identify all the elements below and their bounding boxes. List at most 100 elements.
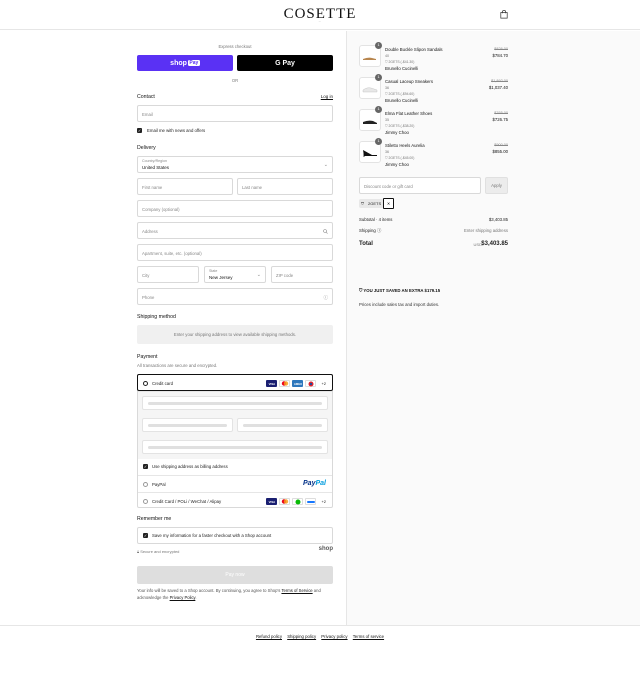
cart-item: 1 Stiletto Heels Aurelia 36 ⛉ 2GETS (-$4… [359, 138, 508, 169]
savings-note: ⛉ YOU JUST SAVED AN EXTRA $179.15 [359, 288, 440, 293]
item-size: 40 [385, 54, 389, 58]
name-on-card-field[interactable] [142, 440, 328, 454]
alipay-icon [305, 498, 317, 505]
card-number-field[interactable] [142, 396, 328, 410]
email-placeholder: Email [142, 112, 153, 117]
remember-me-box: ✓ Save my information for a faster check… [137, 527, 333, 544]
express-checkout-label: Express checkout [218, 44, 252, 49]
save-info-label: Save my information for a faster checkou… [152, 533, 272, 538]
tag-icon: ⛉ [359, 288, 363, 293]
first-name-field[interactable]: First name [137, 178, 233, 195]
expiry-field[interactable] [142, 418, 233, 432]
alt-payment-radio[interactable] [143, 499, 148, 504]
item-size: 36 [385, 150, 389, 154]
loading-bar [148, 402, 322, 405]
discount-code-input[interactable]: Discount code or gift card [359, 177, 481, 194]
company-field[interactable]: Company (optional) [137, 200, 333, 217]
item-brand: Brunello Cucinelli [385, 66, 419, 71]
applied-code-tag: ⛉ 2GETS [359, 199, 385, 208]
privacy-policy-link[interactable]: Privacy policy [321, 634, 347, 639]
state-select[interactable]: State New Jersey ⌄ [204, 266, 266, 283]
address-field[interactable]: Address [137, 222, 333, 239]
shipping-method-title: Shipping method [137, 314, 176, 320]
payment-option-alt[interactable]: Credit Card / POLi / WeChat / Alipay VIS… [138, 492, 332, 509]
save-info-checkbox[interactable]: ✓ [143, 533, 148, 538]
city-field[interactable]: City [137, 266, 199, 283]
payment-subtitle: All transactions are secure and encrypte… [137, 363, 218, 368]
mastercard-icon [279, 380, 291, 387]
news-checkbox[interactable]: ✓ [137, 128, 142, 133]
quantity-badge: 1 [375, 74, 382, 81]
item-size: 36 [385, 86, 389, 90]
paypal-radio[interactable] [143, 482, 148, 487]
google-pay-button[interactable]: G Pay [237, 55, 333, 71]
item-price: $1,037.40 [488, 85, 508, 90]
login-link[interactable]: Log in [321, 94, 333, 99]
item-discount: ⛉ 2GETS (-$45.00) [385, 156, 414, 160]
payment-methods: Credit card VISA AMEX +2 ✓ Use shipping … [137, 374, 333, 508]
applied-code-text: 2GETS [368, 201, 382, 206]
shop-pay-badge: Pay [187, 60, 200, 66]
lock-icon: 🔒︎ [137, 549, 140, 554]
refund-policy-link[interactable]: Refund policy [256, 634, 282, 639]
remember-me-title: Remember me [137, 516, 172, 522]
state-value: New Jersey [209, 275, 233, 280]
zip-field[interactable]: ZIP code [271, 266, 333, 283]
cvv-field[interactable] [237, 418, 328, 432]
item-price: $855.00 [492, 149, 508, 154]
item-name: Elma Flat Leather Shoes [385, 111, 433, 116]
city-placeholder: City [142, 273, 150, 278]
apartment-placeholder: Apartment, suite, etc. (optional) [142, 251, 202, 256]
alt-payment-brands: VISA +2 [266, 498, 326, 505]
country-value: United States [142, 165, 170, 170]
total-value: $3,403.85 [481, 241, 508, 247]
chevron-down-icon: ⌄ [256, 272, 261, 278]
billing-same-checkbox[interactable]: ✓ [143, 464, 148, 469]
item-price: $784.70 [492, 53, 508, 58]
alt-payment-label: Credit Card / POLi / WeChat / Alipay [152, 499, 222, 504]
shipping-label-wrap: Shipping ⓘ [359, 228, 381, 234]
discover-icon [305, 380, 317, 387]
subtotal-label: Subtotal · 4 items [359, 217, 393, 222]
credit-card-radio[interactable] [143, 381, 148, 386]
cart-item: 1 Double Buckle Slipon Sandals 40 ⛉ 2GET… [359, 42, 508, 73]
apartment-field[interactable]: Apartment, suite, etc. (optional) [137, 244, 333, 261]
address-placeholder: Address [142, 229, 158, 234]
amex-icon: AMEX [292, 380, 304, 387]
payment-option-credit-card[interactable]: Credit card VISA AMEX +2 [137, 374, 333, 391]
terms-of-service-link[interactable]: Terms of service [353, 634, 384, 639]
phone-field[interactable]: Phone ⓘ [137, 288, 333, 305]
card-fields-loading [138, 391, 332, 459]
shop-pay-button[interactable]: shop Pay [137, 55, 233, 71]
legal-text: Your info will be saved to a Shop accoun… [137, 588, 333, 601]
shipping-policy-link[interactable]: Shipping policy [287, 634, 316, 639]
tag-icon: ⛉ [385, 124, 388, 128]
shipping-value: Enter shipping address [464, 228, 508, 233]
item-discount: ⛉ 2GETS (-$94.60) [385, 92, 414, 96]
email-field[interactable]: Email [137, 105, 333, 122]
subtotal-value: $3,403.85 [488, 217, 508, 222]
zip-placeholder: ZIP code [276, 273, 294, 278]
paypal-logo: PayPal [303, 480, 326, 487]
item-original-price: $1,892.00 [491, 79, 508, 83]
remove-code-button[interactable]: ✕ [383, 198, 394, 209]
payment-option-paypal[interactable]: PayPal PayPal [138, 475, 332, 492]
help-icon[interactable]: ⓘ [324, 295, 329, 301]
loading-bar [243, 424, 322, 427]
tag-icon: ⛉ [361, 201, 364, 206]
shopping-bag-icon[interactable] [500, 10, 508, 19]
visa-icon: VISA [266, 380, 278, 387]
help-icon[interactable]: ⓘ [377, 228, 381, 233]
terms-link[interactable]: Terms of Service [281, 588, 312, 593]
tag-icon: ⛉ [385, 156, 388, 160]
country-label: Country/Region [142, 159, 167, 163]
visa-icon: VISA [266, 498, 278, 505]
apply-button[interactable]: Apply [485, 177, 508, 194]
last-name-field[interactable]: Last name [237, 178, 333, 195]
secure-text: Secure and encrypted [140, 549, 180, 554]
privacy-link[interactable]: Privacy Policy [170, 595, 196, 600]
shop-logo: shop [318, 546, 333, 552]
footer: Refund policy Shipping policy Privacy po… [0, 625, 640, 674]
country-select[interactable]: Country/Region United States ⌄ [137, 156, 333, 173]
pay-now-button[interactable]: Pay now [137, 566, 333, 584]
